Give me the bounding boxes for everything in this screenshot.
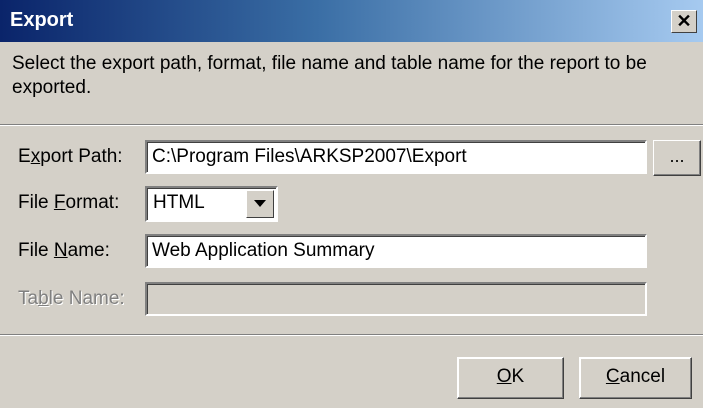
ok-button[interactable]: OK: [457, 357, 564, 399]
file-format-select[interactable]: HTML: [145, 186, 278, 222]
cancel-button[interactable]: Cancel: [579, 357, 692, 399]
dialog-title: Export: [10, 9, 74, 31]
file-name-input[interactable]: Web Application Summary: [145, 234, 647, 268]
file-format-value: HTML: [153, 192, 205, 213]
export-path-label: Export Path:: [18, 146, 123, 167]
file-format-label: File Format:: [18, 192, 120, 213]
file-name-label: File Name:: [18, 240, 110, 261]
title-bar[interactable]: Export ✕: [0, 0, 703, 42]
chevron-down-icon: [254, 200, 266, 207]
bottom-divider: [0, 334, 703, 336]
close-icon: ✕: [676, 11, 692, 31]
top-divider: [0, 124, 703, 126]
export-dialog: Export ✕ Select the export path, format,…: [0, 0, 703, 408]
table-name-label: Table Name:: [18, 288, 125, 309]
description-text: Select the export path, format, file nam…: [12, 53, 647, 98]
table-name-input: [145, 282, 647, 316]
export-path-input[interactable]: C:\Program Files\ARKSP2007\Export: [145, 140, 647, 174]
close-button[interactable]: ✕: [671, 10, 697, 33]
browse-button[interactable]: ...: [653, 140, 701, 176]
dropdown-button[interactable]: [246, 190, 274, 218]
